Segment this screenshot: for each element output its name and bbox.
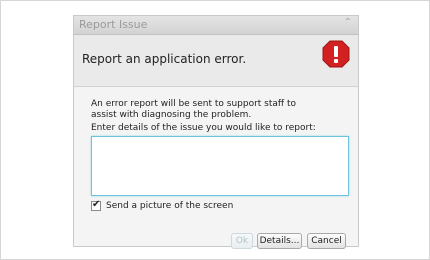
details-prompt: Enter details of the issue you would lik… [91,123,316,133]
issue-details-field[interactable] [91,136,349,196]
send-screenshot-label[interactable]: Send a picture of the screen [106,201,233,211]
header-text: Report an application error. [82,52,247,66]
ok-button[interactable]: Ok [231,233,253,249]
checkmark-icon: ✔ [92,199,101,210]
dialog-title: Report Issue [79,18,148,31]
error-report-message: An error report will be sent to support … [91,99,297,120]
error-stop-icon [322,40,350,68]
dialog-titlebar[interactable]: Report Issue ⌃ [74,16,358,35]
dialog-header: Report an application error. [74,35,358,87]
cancel-button[interactable]: Cancel [307,233,346,249]
collapse-icon[interactable]: ⌃ [344,17,352,28]
details-button[interactable]: Details... [257,233,302,249]
send-screenshot-checkbox[interactable]: ✔ [91,199,101,211]
dialog-content: An error report will be sent to support … [74,87,358,249]
screenshot-frame: Report Issue ⌃ Report an application err… [0,0,430,260]
report-issue-dialog: Report Issue ⌃ Report an application err… [73,15,359,249]
